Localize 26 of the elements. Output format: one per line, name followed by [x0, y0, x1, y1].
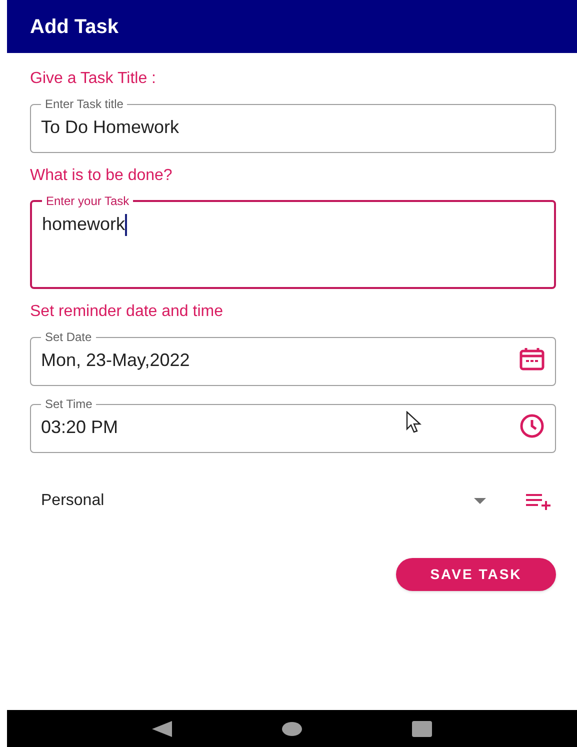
- calendar-icon[interactable]: [519, 346, 545, 370]
- field-label: Set Time: [44, 398, 94, 410]
- field-value: 03:20 PM: [41, 416, 118, 439]
- back-icon[interactable]: [152, 720, 172, 736]
- app-bar-title: Add Task: [30, 14, 119, 40]
- section-heading: Give a Task Title :: [30, 70, 157, 88]
- recents-icon[interactable]: [412, 720, 432, 736]
- pointer-icon: [406, 411, 424, 433]
- field-label: Set Date: [44, 331, 93, 343]
- add-list-icon[interactable]: [526, 492, 552, 510]
- field-label: Enter your Task: [45, 195, 130, 207]
- section-heading: Set reminder date and time: [30, 303, 224, 321]
- input-field[interactable]: Set Date Mon, 23-May,2022: [30, 331, 556, 386]
- input-field[interactable]: Enter your Task homework: [30, 195, 556, 289]
- field-value: To Do Homework: [41, 116, 180, 139]
- category-dropdown[interactable]: Personal: [41, 489, 526, 513]
- dropdown-caret-icon: [474, 498, 486, 504]
- home-icon[interactable]: [282, 722, 302, 736]
- field-label: Enter Task title: [44, 98, 124, 110]
- section-heading: What is to be done?: [30, 167, 174, 185]
- field-value: Mon, 23-May,2022: [41, 349, 190, 372]
- input-field[interactable]: Enter Task title To Do Homework: [30, 98, 556, 153]
- field-value: homework: [42, 212, 128, 238]
- input-field[interactable]: Set Time 03:20 PM: [30, 398, 556, 453]
- save-task-button[interactable]: SAVE TASK: [396, 558, 556, 591]
- clock-icon[interactable]: [519, 412, 545, 438]
